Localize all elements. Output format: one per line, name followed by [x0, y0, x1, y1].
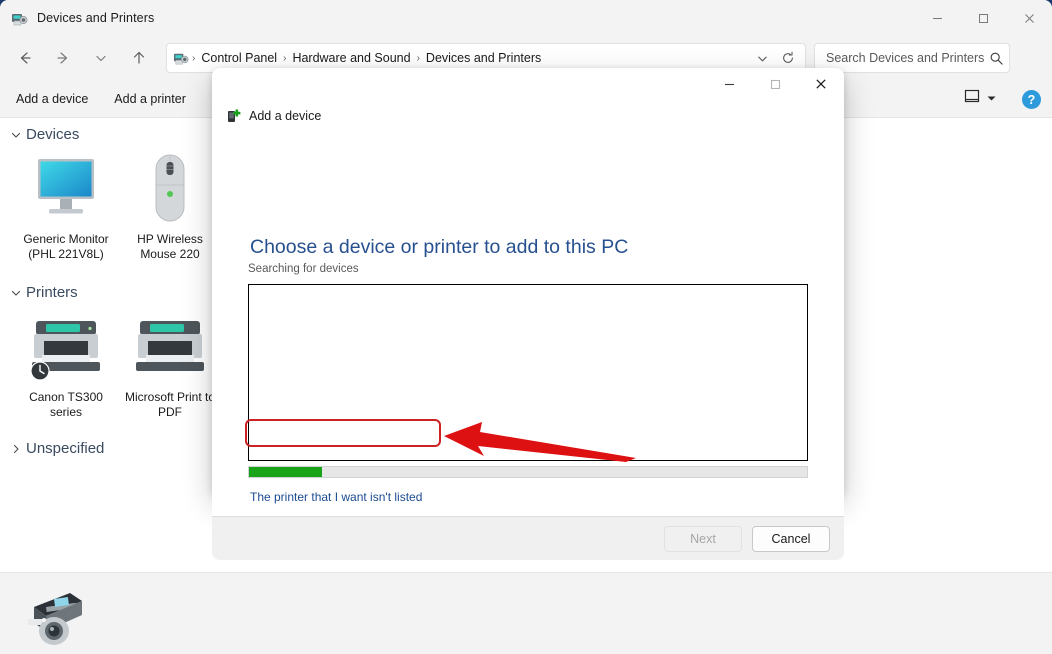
device-tile-hp-wireless-mouse[interactable]: HP Wireless Mouse 220 — [118, 145, 222, 262]
back-button[interactable] — [10, 43, 40, 73]
breadcrumb-hardware-and-sound[interactable]: Hardware and Sound — [287, 48, 415, 68]
dialog-title: Add a device — [249, 109, 322, 123]
recent-locations-button[interactable] — [86, 43, 116, 73]
dialog-heading: Choose a device or printer to add to thi… — [250, 236, 629, 258]
view-layout-icon — [964, 89, 981, 109]
status-bar: 9 items — [0, 572, 1052, 654]
printer-label: Canon TS300 series — [29, 390, 103, 419]
group-title-unspecified: Unspecified — [26, 440, 105, 457]
dialog-footer: Next Cancel — [212, 516, 844, 560]
next-button[interactable]: Next — [664, 525, 742, 552]
add-a-printer-command[interactable]: Add a printer — [104, 87, 196, 111]
dialog-maximize-button[interactable] — [752, 68, 798, 100]
chevron-down-icon — [986, 90, 997, 108]
search-input[interactable] — [824, 50, 989, 66]
printer-icon — [122, 309, 218, 385]
breadcrumb-control-panel[interactable]: Control Panel — [196, 48, 282, 68]
dialog-status-text: Searching for devices — [248, 263, 359, 275]
breadcrumb-devices-and-printers[interactable]: Devices and Printers — [421, 48, 546, 68]
devices-printers-icon — [173, 50, 189, 66]
window-title: Devices and Printers — [37, 11, 155, 25]
chevron-right-icon[interactable] — [8, 441, 24, 457]
device-list-box[interactable] — [248, 284, 808, 461]
device-label: HP Wireless Mouse 220 — [137, 232, 203, 261]
svg-text:?: ? — [1028, 93, 1036, 107]
dialog-minimize-button[interactable] — [706, 68, 752, 100]
close-button[interactable] — [1006, 0, 1052, 36]
up-button[interactable] — [124, 43, 154, 73]
window-titlebar: Devices and Printers — [0, 0, 1052, 36]
maximize-button[interactable] — [960, 0, 1006, 36]
search-icon[interactable] — [989, 51, 1004, 66]
device-label: Generic Monitor (PHL 221V8L) — [23, 232, 109, 261]
minimize-button[interactable] — [914, 0, 960, 36]
devices-and-printers-window: Devices and Printers › Control Panel › H… — [0, 0, 1052, 654]
mouse-icon — [122, 151, 218, 227]
view-options-button[interactable] — [958, 85, 1003, 113]
search-progress-bar — [248, 466, 808, 478]
group-title-devices: Devices — [26, 126, 80, 143]
printer-scanner-icon — [20, 585, 84, 647]
printer-tile-canon-ts300[interactable]: Canon TS300 series — [14, 303, 118, 420]
dialog-close-button[interactable] — [798, 68, 844, 100]
dialog-titlebar — [212, 68, 844, 100]
add-device-icon — [226, 108, 243, 125]
dialog-header: Add a device — [212, 100, 844, 132]
help-circle-icon[interactable]: ? — [1021, 89, 1042, 110]
window-controls — [914, 0, 1052, 36]
group-title-printers: Printers — [26, 284, 78, 301]
add-a-device-command[interactable]: Add a device — [6, 87, 98, 111]
printer-not-listed-link[interactable]: The printer that I want isn't listed — [250, 490, 422, 504]
toolbar-right-group: ? — [958, 80, 1042, 118]
dialog-body: Choose a device or printer to add to thi… — [212, 132, 844, 560]
forward-button[interactable] — [48, 43, 78, 73]
add-a-device-dialog: Add a device Choose a device or printer … — [212, 68, 844, 560]
cancel-button[interactable]: Cancel — [752, 525, 830, 552]
chevron-down-icon[interactable] — [8, 285, 24, 301]
printer-label: Microsoft Print to PDF — [124, 390, 216, 419]
device-tile-generic-monitor[interactable]: Generic Monitor (PHL 221V8L) — [14, 145, 118, 262]
search-progress-fill — [249, 467, 322, 477]
monitor-icon — [18, 151, 114, 227]
devices-printers-icon — [11, 10, 28, 27]
printer-icon — [18, 309, 114, 385]
printer-tile-microsoft-print-to-pdf[interactable]: Microsoft Print to PDF — [118, 303, 222, 420]
chevron-down-icon[interactable] — [8, 127, 24, 143]
